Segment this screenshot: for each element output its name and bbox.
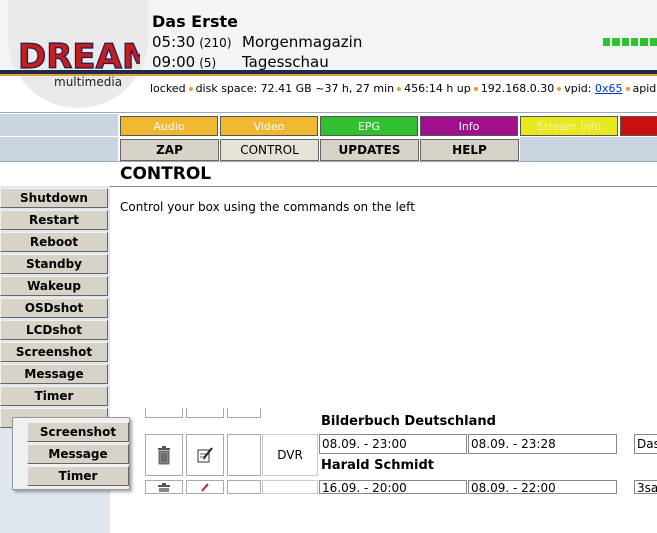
epg-next: 09:00 (5) Tagesschau (152, 53, 329, 71)
status-dot (625, 86, 630, 91)
trash-icon (158, 446, 170, 465)
edit-timer-button[interactable] (186, 480, 224, 494)
popup-menu: Screenshot Message Timer (12, 417, 130, 490)
status-bar: locked disk space: 72.41 GB ~37 h, 27 min… (150, 78, 657, 100)
status-ip: 192.168.0.30 (480, 82, 555, 95)
epg-next-title: Tagesschau (242, 53, 329, 71)
status-uptime: 456:14 h up (404, 82, 471, 95)
status-apid-label: apid: (632, 82, 657, 95)
sidebar-lcdshot-button[interactable]: LCDshot (0, 320, 108, 340)
header: DREAM multimedia Das Erste 05:30 (210) Mo… (0, 0, 657, 108)
tab-r[interactable]: R (620, 116, 657, 136)
sidebar-wakeup-button[interactable]: Wakeup (0, 276, 108, 296)
signal-bar (612, 38, 620, 46)
timer-type: DVR (262, 434, 318, 476)
sidebar-osdshot-button[interactable]: OSDshot (0, 298, 108, 318)
dream-logo: DREAM multimedia (17, 36, 140, 89)
epg-next-number: (5) (199, 56, 217, 70)
signal-bar (640, 38, 648, 46)
epg-now-time: 05:30 (152, 33, 196, 51)
timer-start: 16.09. - 20:00 (319, 480, 467, 494)
nav-separator (0, 161, 657, 162)
title-rule (110, 186, 657, 187)
timer-title: Bilderbuch Deutschland (321, 414, 496, 429)
subtab-zap[interactable]: ZAP (120, 139, 219, 161)
sidebar-screenshot-button[interactable]: Screenshot (0, 342, 108, 362)
page-description: Control your box using the commands on t… (120, 200, 415, 214)
nav-separator (0, 112, 657, 113)
delete-timer-button[interactable] (145, 434, 183, 476)
nav-band (0, 137, 118, 161)
nav-band (0, 114, 118, 136)
status-dot (397, 86, 402, 91)
status-dot (557, 86, 562, 91)
status-disk: disk space: 72.41 GB ~37 h, 27 min (195, 82, 395, 95)
sidebar-timer-button[interactable]: Timer (0, 386, 108, 406)
popup-timer-button[interactable]: Timer (27, 466, 129, 486)
epg-next-time: 09:00 (152, 53, 196, 71)
webif-window: DREAM multimedia Das Erste 05:30 (210) Mo… (0, 0, 657, 533)
timer-start: 08.09. - 23:00 (319, 434, 467, 454)
sidebar-message-button[interactable]: Message (0, 364, 108, 384)
tab-audio[interactable]: Audio (120, 116, 218, 136)
cell-empty (227, 408, 261, 418)
timer-title: Harald Schmidt (321, 458, 434, 473)
edit-icon (201, 483, 209, 492)
popup-message-button[interactable]: Message (27, 444, 129, 464)
sidebar-restart-button[interactable]: Restart (0, 210, 108, 230)
signal-meter (603, 38, 657, 46)
edit-timer-button[interactable] (186, 434, 224, 476)
page-title: CONTROL (120, 164, 212, 184)
trash-icon (158, 483, 170, 492)
signal-bar (621, 38, 629, 46)
epg-now-title: Morgenmagazin (242, 33, 363, 51)
timer-end: 08.09. - 23:28 (468, 434, 617, 454)
delete-timer-button[interactable] (145, 480, 183, 494)
timer-channel: Das (634, 434, 657, 454)
nav-band (520, 137, 657, 161)
cell-empty (227, 434, 261, 476)
tab-stream-info[interactable]: Stream Info (520, 116, 618, 136)
subtab-help[interactable]: HELP (420, 139, 519, 161)
status-dot (473, 86, 478, 91)
cell-empty (227, 480, 261, 494)
tab-video[interactable]: Video (220, 116, 318, 136)
signal-bar (630, 38, 639, 46)
tab-info[interactable]: Info (420, 116, 518, 136)
channel-name: Das Erste (152, 12, 239, 31)
delete-icon-box[interactable] (145, 408, 183, 418)
signal-bar (603, 38, 611, 46)
header-rule-accent (0, 74, 657, 76)
signal-bar (649, 38, 657, 46)
timer-end: 08.09. - 22:00 (468, 480, 617, 494)
status-dot (188, 86, 193, 91)
popup-screenshot-button[interactable]: Screenshot (27, 422, 129, 442)
timer-channel: 3sa (634, 480, 657, 494)
status-vpid-label: vpid: (564, 82, 592, 95)
logo-subtext: multimedia (54, 75, 122, 89)
edit-icon (197, 447, 213, 463)
cell-empty (262, 480, 318, 494)
epg-now-number: (210) (199, 36, 232, 50)
sidebar-reboot-button[interactable]: Reboot (0, 232, 108, 252)
status-locked: locked (150, 82, 186, 95)
subtab-updates[interactable]: UPDATES (320, 139, 419, 161)
sidebar-shutdown-button[interactable]: Shutdown (0, 188, 108, 208)
sidebar-standby-button[interactable]: Standby (0, 254, 108, 274)
status-vpid-link[interactable]: 0x65 (595, 82, 623, 95)
subtab-control[interactable]: CONTROL (220, 139, 319, 161)
edit-icon-box[interactable] (186, 408, 224, 418)
epg-now: 05:30 (210) Morgenmagazin (152, 33, 362, 51)
tab-epg[interactable]: EPG (320, 116, 418, 136)
